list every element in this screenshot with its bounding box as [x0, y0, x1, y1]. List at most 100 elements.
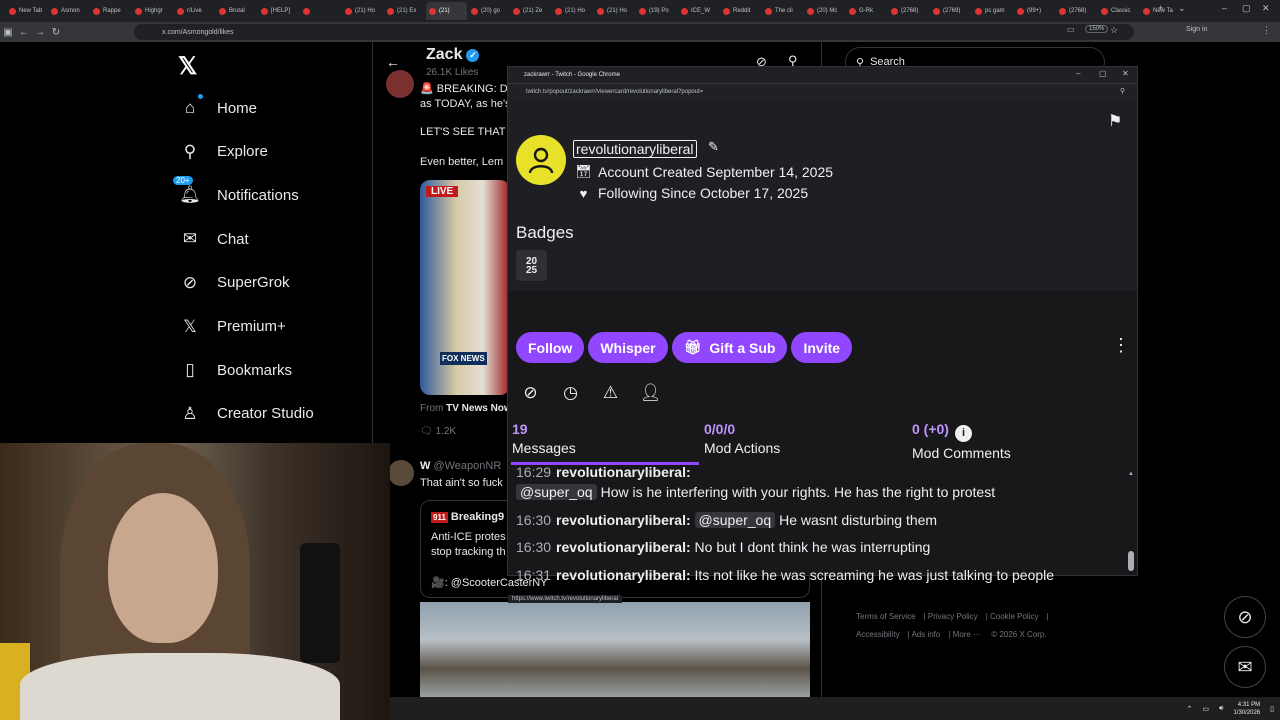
popup-close-icon[interactable]: ✕ [1122, 69, 1129, 78]
footer-link[interactable]: Accessibility [856, 630, 900, 639]
sidebar-item-bookmarks[interactable]: ▯ Bookmarks [179, 356, 292, 384]
tab-list-icon[interactable]: ⌄ [1178, 3, 1186, 14]
browser-tab[interactable]: Reddit [720, 2, 761, 20]
system-clock[interactable]: 4:31 PM 1/30/2026 [1233, 701, 1260, 717]
zoom-indicator[interactable]: 150% [1085, 25, 1109, 33]
reload-icon[interactable]: ↻ [48, 27, 64, 38]
browser-tab[interactable]: (19) Po [636, 2, 677, 20]
message-username[interactable]: revolutionaryliberal: [556, 539, 691, 555]
browser-tab[interactable]: (21) Ho [342, 2, 383, 20]
back-arrow-icon[interactable]: ← [386, 54, 400, 70]
report-flag-icon[interactable]: ⚑ [1108, 111, 1122, 131]
tab-mod-comments[interactable]: 0 (+0) i Mod Comments [912, 421, 1011, 461]
browser-tab[interactable]: (2768) [1056, 2, 1097, 20]
sidebar-toggle-icon[interactable]: ▣ [0, 27, 16, 38]
menu-icon[interactable]: ⋮ [1262, 25, 1271, 36]
sidebar-item-explore[interactable]: ⚲ Explore [179, 138, 268, 166]
reply-count[interactable]: 🗨 1.2K [420, 426, 456, 437]
browser-tab[interactable]: Rappe [90, 2, 131, 20]
bookmark-star-icon[interactable]: ☆ [1110, 25, 1118, 36]
more-options-icon[interactable]: ⋮ [1112, 335, 1130, 356]
popup-maximize-icon[interactable]: ▢ [1099, 69, 1107, 78]
username[interactable]: revolutionaryliberal [573, 140, 697, 158]
user-avatar[interactable] [516, 135, 566, 185]
browser-tab[interactable]: (21) Ze [510, 2, 551, 20]
sidebar-item-supergrok[interactable]: ⊘ SuperGrok [179, 269, 290, 297]
browser-tab[interactable] [300, 2, 341, 20]
notification-icon[interactable]: ▯ [1270, 705, 1274, 713]
browser-tab[interactable]: Classic [1098, 2, 1139, 20]
popup-zoom-icon[interactable]: ⚲ [1120, 87, 1125, 95]
tab-mod-actions[interactable]: 0/0/0 Mod Actions [704, 421, 780, 456]
tab-messages[interactable]: 19 Messages [512, 421, 576, 456]
close-window-icon[interactable]: ✕ [1262, 3, 1270, 14]
browser-tab[interactable]: G-Rk [846, 2, 887, 20]
tray-chevron-icon[interactable]: ⌃ [1187, 705, 1193, 713]
sidebar-item-chat[interactable]: ✉ Chat [179, 225, 249, 253]
chat-scrollbar[interactable]: ▲ [1128, 471, 1134, 575]
message-username[interactable]: revolutionaryliberal: [556, 567, 691, 583]
browser-tab[interactable]: (21) Ho [594, 2, 635, 20]
grok-float-button[interactable]: ⊘ [1224, 596, 1266, 638]
browser-tab[interactable]: New Tab [6, 2, 47, 20]
warning-icon[interactable]: ⚠ [600, 382, 621, 403]
scroll-up-icon[interactable]: ▲ [1128, 471, 1134, 477]
message-username[interactable]: revolutionaryliberal: [556, 464, 691, 480]
footer-link[interactable]: More ··· [953, 630, 981, 639]
add-mod-icon[interactable]: 👤︎ [640, 382, 662, 403]
popup-minimize-icon[interactable]: – [1076, 69, 1080, 78]
browser-tab[interactable]: r/Live [174, 2, 215, 20]
invite-button[interactable]: Invite [791, 332, 853, 363]
forward-icon[interactable]: → [32, 27, 48, 38]
new-tab-icon[interactable]: + [1158, 3, 1163, 13]
browser-tab[interactable]: (99+) [1014, 2, 1055, 20]
ban-icon[interactable]: ⊘ [520, 382, 541, 403]
footer-link[interactable]: Terms of Service [856, 612, 916, 621]
street-photo[interactable] [420, 602, 810, 697]
address-bar[interactable]: x.com/Asmongold/likes [134, 24, 1134, 40]
avatar[interactable] [388, 460, 414, 486]
popup-url-bar[interactable]: twitch.tv/popout/zackrawrr/viewercard/re… [508, 83, 1137, 99]
sidebar-item-premium[interactable]: 𝕏 Premium+ [179, 313, 286, 341]
sign-in-button[interactable]: Sign in [1186, 26, 1207, 33]
footer-link[interactable]: Privacy Policy [928, 612, 978, 621]
footer-link[interactable]: Cookie Policy [990, 612, 1038, 621]
browser-tab[interactable]: (20) go [468, 2, 509, 20]
browser-tab[interactable]: ICE_W [678, 2, 719, 20]
sidebar-item-home[interactable]: ⌂ Home [179, 94, 257, 122]
browser-tab[interactable]: (21) Ex [384, 2, 425, 20]
whisper-button[interactable]: Whisper [588, 332, 668, 363]
x-logo-icon[interactable]: 𝕏 [178, 52, 197, 81]
screen-icon[interactable]: ▭ [1067, 25, 1075, 34]
browser-tab[interactable]: (21) [426, 2, 467, 20]
avatar[interactable] [386, 70, 414, 98]
browser-tab[interactable]: [HELP] [258, 2, 299, 20]
browser-tab[interactable]: Brutal [216, 2, 257, 20]
footer-link[interactable]: Ads info [911, 630, 940, 639]
browser-tab[interactable]: The cli [762, 2, 803, 20]
message-username[interactable]: revolutionaryliberal: [556, 512, 691, 528]
message-mention[interactable]: @super_oq [694, 512, 776, 528]
info-icon[interactable]: i [954, 425, 972, 442]
message-mention[interactable]: @super_oq [516, 484, 597, 500]
browser-tab[interactable]: Highgr [132, 2, 173, 20]
browser-tab[interactable]: (2768) [888, 2, 929, 20]
minimize-icon[interactable]: – [1222, 3, 1227, 13]
messages-float-button[interactable]: ✉ [1224, 646, 1266, 688]
browser-tab[interactable]: pc gam [972, 2, 1013, 20]
sidebar-item-notifications[interactable]: 🔔︎ 20+ Notifications [173, 176, 299, 209]
sidebar-item-creator-studio[interactable]: ♙ Creator Studio [179, 400, 313, 428]
browser-tab[interactable]: Asmon [48, 2, 89, 20]
browser-tab[interactable]: (20) Mc [804, 2, 845, 20]
follow-button[interactable]: Follow [516, 332, 585, 363]
timeout-clock-icon[interactable]: ◷ [560, 382, 581, 403]
badge-2025-icon[interactable]: 20 25 [516, 250, 547, 281]
scroll-thumb[interactable] [1128, 551, 1134, 571]
news-video-thumbnail[interactable]: LIVE FOX NEWS [420, 180, 510, 395]
edit-pencil-icon[interactable]: ✎ [708, 139, 719, 155]
speaker-icon[interactable]: 🔊︎ [1219, 705, 1223, 713]
browser-tab[interactable]: (21) Ho [552, 2, 593, 20]
gift-sub-button[interactable]: 🎁︎ Gift a Sub [671, 332, 788, 363]
tweet-author[interactable]: W @WeaponNR [420, 460, 501, 472]
back-icon[interactable]: ← [16, 27, 32, 38]
